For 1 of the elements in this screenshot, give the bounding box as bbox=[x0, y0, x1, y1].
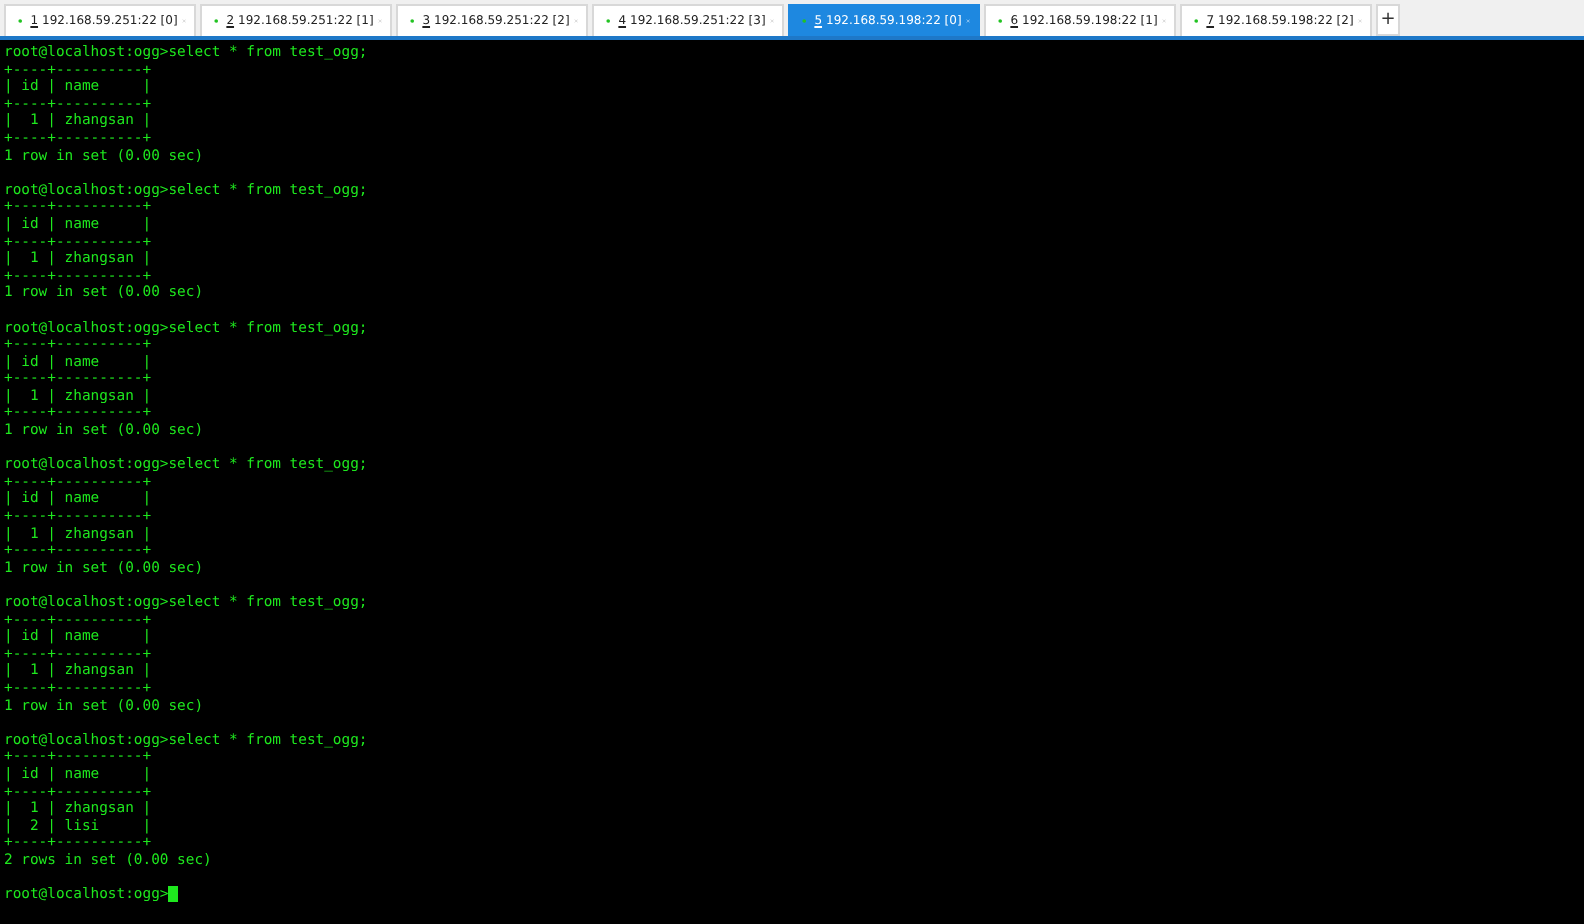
new-tab-button[interactable]: + bbox=[1376, 4, 1400, 36]
